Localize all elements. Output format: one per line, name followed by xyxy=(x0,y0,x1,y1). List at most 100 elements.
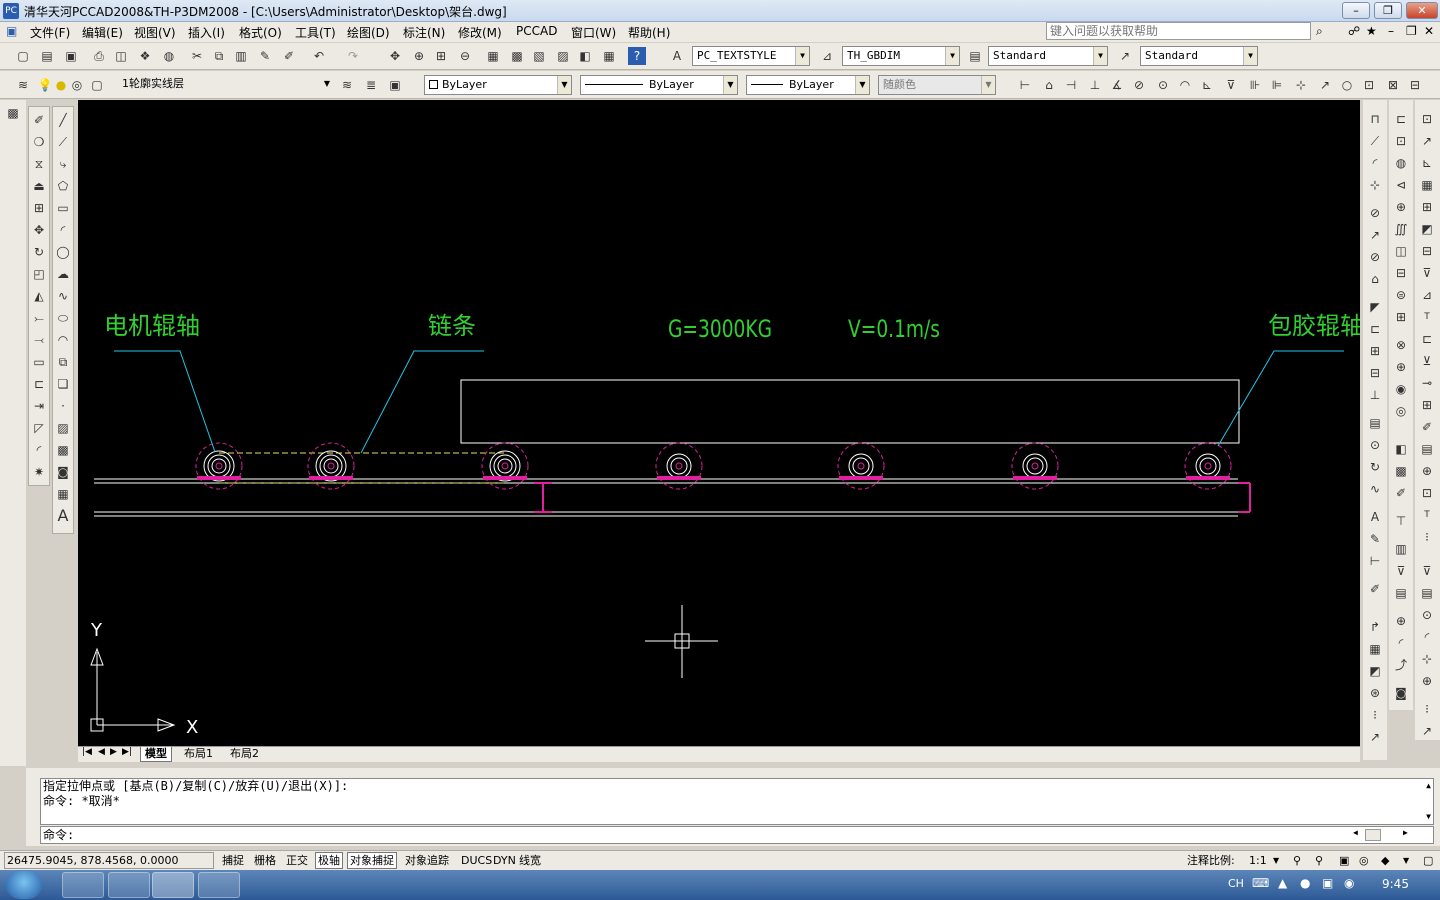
search-icon[interactable]: ⌕ xyxy=(1316,24,1323,39)
pccad-tool-icon[interactable]: ⊏ xyxy=(1392,110,1410,128)
pccad-tool-icon[interactable]: ⊗ xyxy=(1392,336,1410,354)
color-select[interactable]: ByLayer ▼ xyxy=(424,75,572,95)
lineweight-select[interactable]: ByLayer ▼ xyxy=(746,75,870,95)
toggle-dyn[interactable]: DYN xyxy=(490,852,519,869)
pccad-tool-icon[interactable]: ⊏ xyxy=(1418,330,1436,348)
drawing-canvas[interactable]: 电机辊轴 链条 G=3000KG V=0.1m/s 包胶辊轴 Y X xyxy=(78,100,1364,746)
gradient-icon[interactable]: ▩ xyxy=(54,441,72,459)
print-preview-icon[interactable]: ◫ xyxy=(112,47,130,65)
scroll-left-icon[interactable]: ◀ xyxy=(1353,828,1358,837)
tolerance-icon[interactable]: ⊡ xyxy=(1360,76,1378,94)
pccad-tool-icon[interactable]: ◜ xyxy=(1392,634,1410,652)
fillet-icon[interactable]: ◜ xyxy=(30,441,48,459)
dim-continue-icon[interactable]: ⊪ xyxy=(1246,76,1264,94)
block-editor-icon[interactable]: ✐ xyxy=(280,47,298,65)
qq-icon[interactable]: ● xyxy=(1300,876,1310,890)
pccad-tool-icon[interactable]: ✐ xyxy=(1392,484,1410,502)
pccad-tool-icon[interactable]: ▤ xyxy=(1418,584,1436,602)
dim-radius-icon[interactable]: ⊙ xyxy=(1154,76,1172,94)
pccad-tool-icon[interactable]: ⊓ xyxy=(1366,110,1384,128)
tab-model[interactable]: 模型 xyxy=(140,747,172,762)
toggle-snap[interactable]: 捕捉 xyxy=(219,852,247,869)
explode-icon[interactable]: ✷ xyxy=(30,463,48,481)
chevron-down-icon[interactable]: ▼ xyxy=(1270,852,1282,869)
pccad-tool-icon[interactable]: ▦ xyxy=(1366,640,1384,658)
center-mark-icon[interactable]: ○ xyxy=(1338,76,1356,94)
pccad-tool-icon[interactable]: ⁝ xyxy=(1418,700,1436,718)
prev-tab-icon[interactable]: ◀ xyxy=(98,747,105,757)
pan-icon[interactable]: ✥ xyxy=(386,47,404,65)
dim-jogged-icon[interactable]: ⊽ xyxy=(1222,76,1240,94)
rotate-icon[interactable]: ↻ xyxy=(30,243,48,261)
dim-angular-icon[interactable]: ∡ xyxy=(1108,76,1126,94)
load-box[interactable] xyxy=(460,379,1240,444)
insert-block-icon[interactable]: ⧉ xyxy=(54,353,72,371)
pccad-tool-icon[interactable]: ✎ xyxy=(1366,530,1384,548)
pccad-tool-icon[interactable]: ⊕ xyxy=(1392,198,1410,216)
toggle-lineweight[interactable]: 线宽 xyxy=(516,852,544,869)
pccad-tool-icon[interactable]: ⟋ xyxy=(1366,132,1384,150)
last-tab-icon[interactable]: ▶| xyxy=(122,747,132,757)
ime-indicator[interactable]: CH xyxy=(1228,877,1244,890)
join-lines-icon[interactable]: ⇥ xyxy=(30,397,48,415)
pccad-tool-icon[interactable]: ⊟ xyxy=(1366,364,1384,382)
new-file-icon[interactable]: ▢ xyxy=(14,47,32,65)
copy-object-icon[interactable]: ❍ xyxy=(30,133,48,151)
layer-states-icon[interactable]: ▣ xyxy=(386,76,404,94)
pccad-tool-icon[interactable]: ⊹ xyxy=(1366,176,1384,194)
pccad-tool-icon[interactable]: ⊞ xyxy=(1366,342,1384,360)
move-icon[interactable]: ✥ xyxy=(30,221,48,239)
pccad-tool-icon[interactable]: ↱ xyxy=(1366,618,1384,636)
break-icon[interactable]: ▭ xyxy=(30,353,48,371)
table-style-select[interactable]: Standard ▼ xyxy=(988,46,1108,66)
menu-window[interactable]: 窗口(W) xyxy=(571,24,616,41)
label-speed[interactable]: V=0.1m/s xyxy=(848,315,940,343)
properties-icon[interactable]: ▦ xyxy=(484,47,502,65)
pccad-tool-icon[interactable]: ✐ xyxy=(1366,580,1384,598)
tool-palettes-icon[interactable]: ▧ xyxy=(530,47,548,65)
dim-style-icon[interactable]: ⊿ xyxy=(818,47,836,65)
clock[interactable]: 9:45 xyxy=(1382,877,1409,891)
doc-icon[interactable]: ▣ xyxy=(6,24,17,38)
pccad-tool-icon[interactable]: ⁝ xyxy=(1418,528,1436,546)
menu-format[interactable]: 格式(O) xyxy=(239,24,282,41)
menu-help[interactable]: 帮助(H) xyxy=(628,24,670,41)
security-icon[interactable]: ◉ xyxy=(1344,876,1354,890)
show-hidden-icons-icon[interactable]: ▲ xyxy=(1278,876,1287,890)
open-file-icon[interactable]: ▤ xyxy=(38,47,56,65)
command-input[interactable]: 命令: ◀ ▶ xyxy=(40,826,1434,844)
communication-center-icon[interactable]: ☍ xyxy=(1348,24,1360,38)
pccad-tool-icon[interactable]: ▩ xyxy=(1392,462,1410,480)
toggle-osnap[interactable]: 对象捕捉 xyxy=(347,852,397,869)
scale-icon[interactable]: ◰ xyxy=(30,265,48,283)
doc-close-button[interactable]: ✕ xyxy=(1424,24,1434,38)
redo-icon[interactable]: ↷ xyxy=(344,47,362,65)
scroll-down-icon[interactable]: ▼ xyxy=(1426,812,1431,821)
table-style-icon[interactable]: ▤ xyxy=(966,47,984,65)
save-icon[interactable]: ▣ xyxy=(62,47,80,65)
pccad-tool-icon[interactable]: ⊟ xyxy=(1418,242,1436,260)
pccad-tool-icon[interactable]: ⊕ xyxy=(1418,672,1436,690)
start-button[interactable] xyxy=(6,871,42,899)
toggle-ortho[interactable]: 正交 xyxy=(283,852,311,869)
roller[interactable] xyxy=(1011,442,1059,490)
pccad-tool-icon[interactable]: ↗ xyxy=(1418,722,1436,740)
pccad-tool-icon[interactable]: ⊕ xyxy=(1418,462,1436,480)
leader-icon[interactable]: ↗ xyxy=(1316,76,1334,94)
pccad-tool-icon[interactable]: ◩ xyxy=(1418,220,1436,238)
undo-icon[interactable]: ↶ xyxy=(310,47,328,65)
dim-space-icon[interactable]: ⊫ xyxy=(1268,76,1286,94)
dim-baseline-icon[interactable]: ⊣ xyxy=(1062,76,1080,94)
layer-manager-icon[interactable]: ≋ xyxy=(14,76,32,94)
pccad-tool-icon[interactable]: ⊞ xyxy=(1392,308,1410,326)
dim-vertical-icon[interactable]: ⊥ xyxy=(1086,76,1104,94)
first-tab-icon[interactable]: |◀ xyxy=(82,747,92,757)
trim-icon[interactable]: ⤚ xyxy=(30,309,48,327)
erase-icon[interactable]: ✐ xyxy=(30,111,48,129)
beam-support[interactable] xyxy=(534,482,1251,513)
markup-icon[interactable]: ◧ xyxy=(576,47,594,65)
array-icon[interactable]: ⊞ xyxy=(30,199,48,217)
conveyor-frame[interactable] xyxy=(94,379,1240,517)
pccad-tool-icon[interactable]: ⊽ xyxy=(1418,264,1436,282)
dim-linear-icon[interactable]: ⊢ xyxy=(1016,76,1034,94)
